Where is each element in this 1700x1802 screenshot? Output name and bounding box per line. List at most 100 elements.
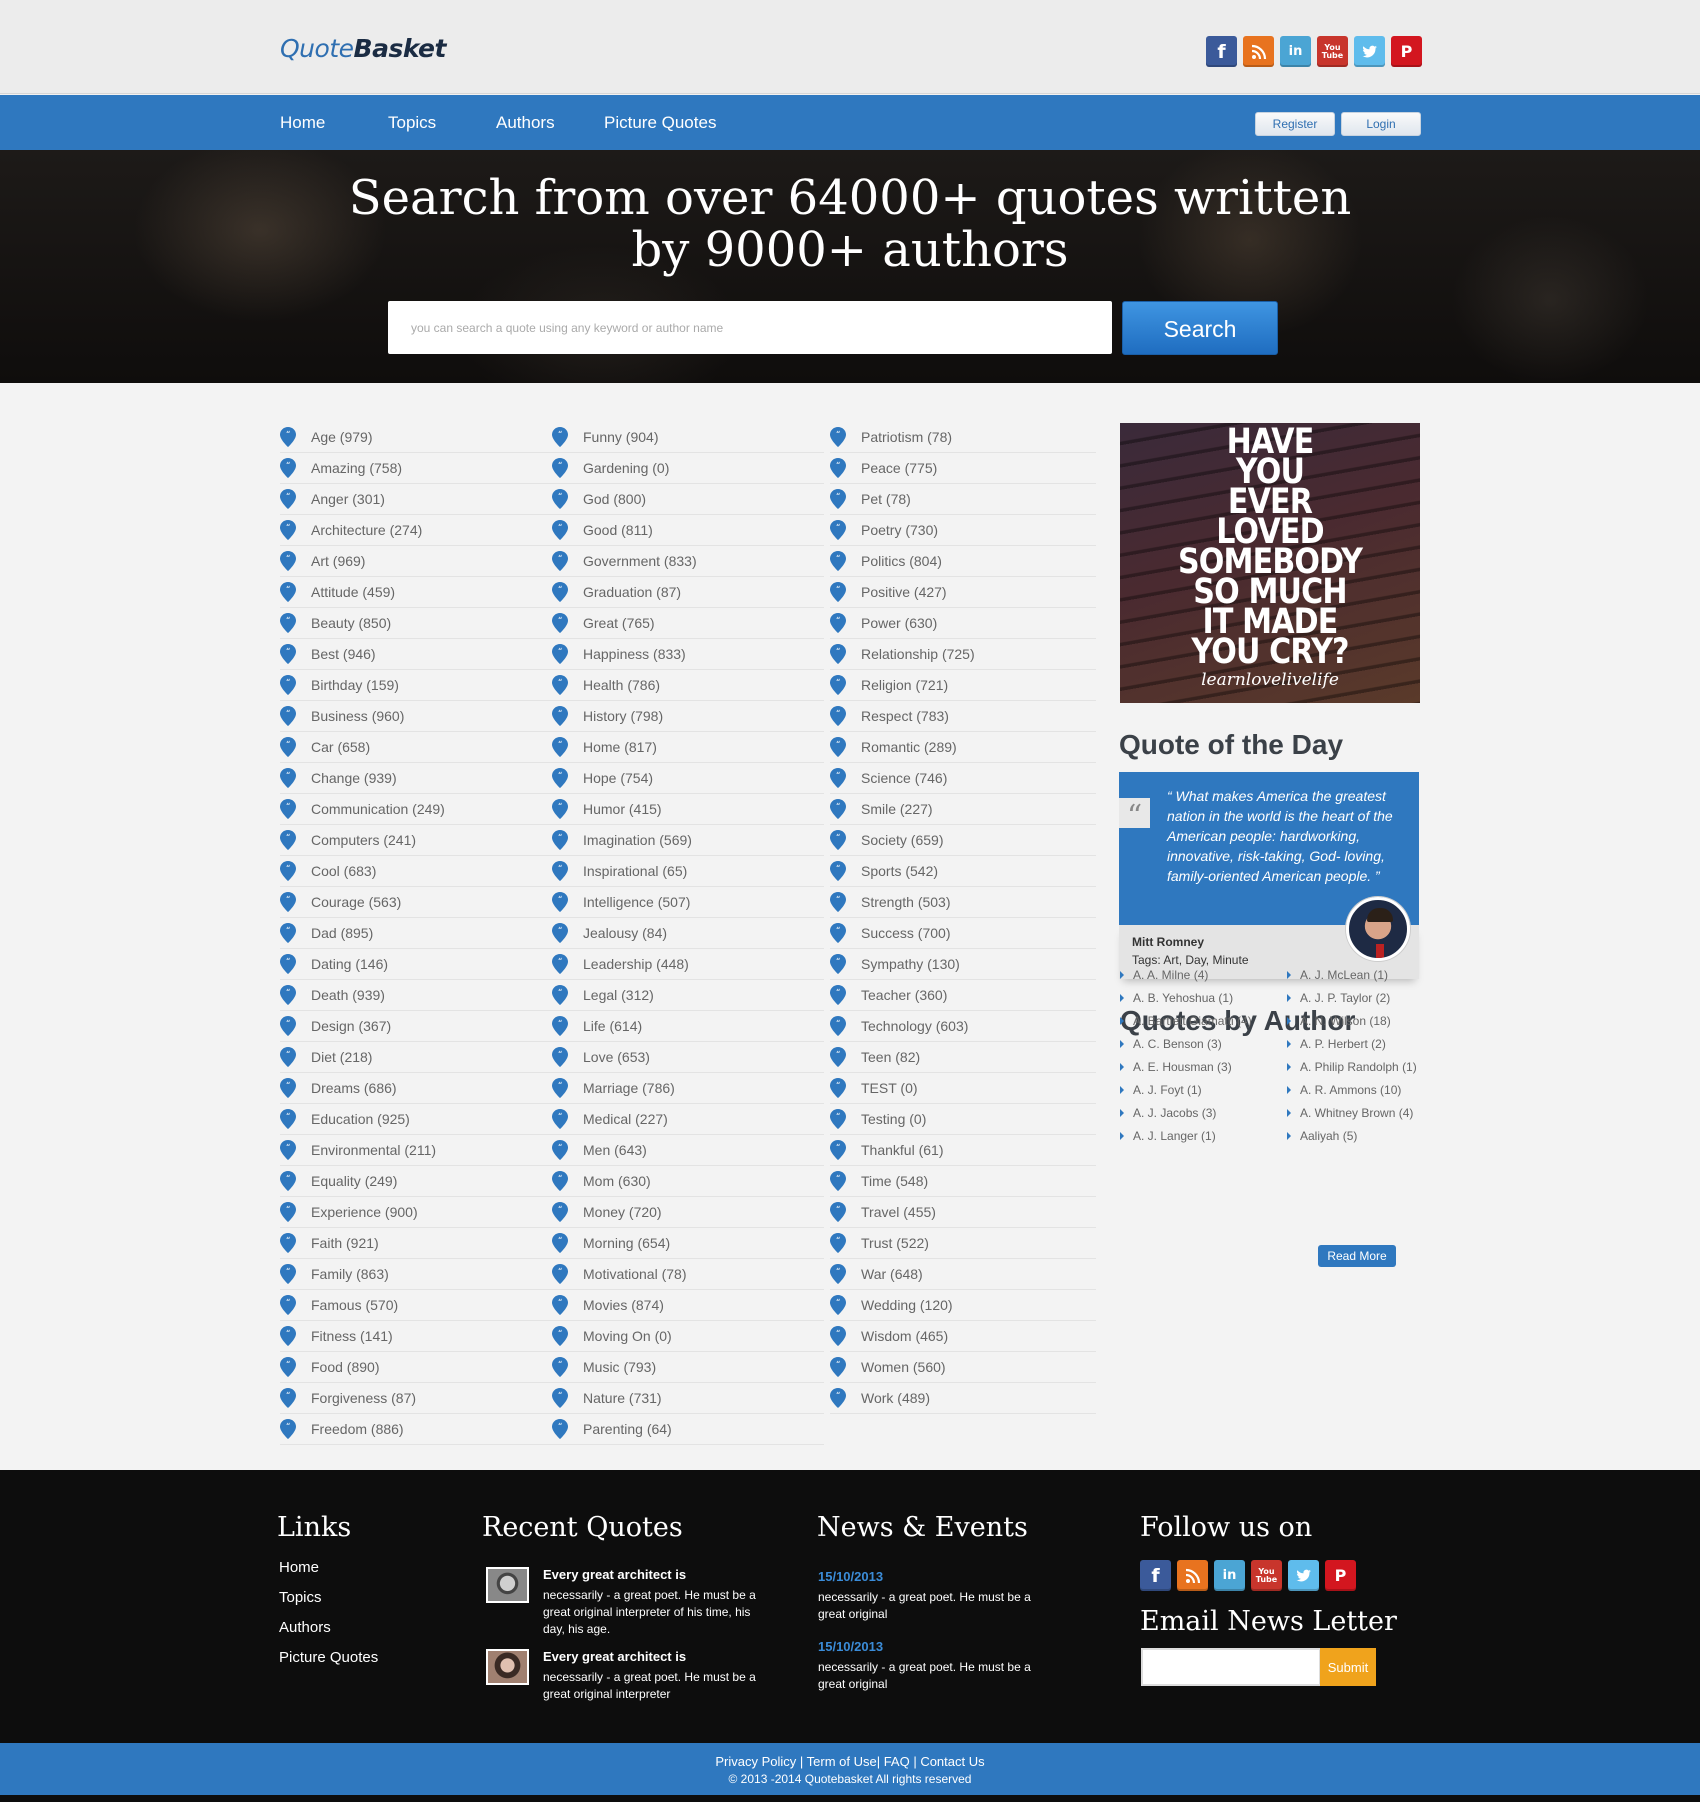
category-link[interactable]: “ Smile (227): [830, 794, 1096, 825]
category-link[interactable]: “ Anger (301): [280, 484, 552, 515]
category-link[interactable]: “ Dating (146): [280, 949, 552, 980]
search-input[interactable]: [388, 301, 1112, 354]
category-link[interactable]: “ Society (659): [830, 825, 1096, 856]
category-link[interactable]: “ Inspirational (65): [552, 856, 824, 887]
category-link[interactable]: “ Faith (921): [280, 1228, 552, 1259]
category-link[interactable]: “ Government (833): [552, 546, 824, 577]
category-link[interactable]: “ Family (863): [280, 1259, 552, 1290]
author-link[interactable]: A. J. Jacobs (3): [1120, 1101, 1252, 1124]
category-link[interactable]: “ Technology (603): [830, 1011, 1096, 1042]
facebook-icon[interactable]: f: [1206, 36, 1237, 67]
legal-links[interactable]: Privacy Policy | Term of Use| FAQ | Cont…: [0, 1754, 1700, 1769]
youtube-icon[interactable]: You Tube: [1251, 1560, 1282, 1591]
nav-picture-quotes[interactable]: Picture Quotes: [604, 113, 716, 133]
category-link[interactable]: “ Nature (731): [552, 1383, 824, 1414]
category-link[interactable]: “ TEST (0): [830, 1073, 1096, 1104]
category-link[interactable]: “ Communication (249): [280, 794, 552, 825]
news-item[interactable]: 15/10/2013 necessarily - a great poet. H…: [818, 1639, 1058, 1693]
category-link[interactable]: “ Morning (654): [552, 1228, 824, 1259]
category-link[interactable]: “ Peace (775): [830, 453, 1096, 484]
category-link[interactable]: “ Time (548): [830, 1166, 1096, 1197]
category-link[interactable]: “ Respect (783): [830, 701, 1096, 732]
category-link[interactable]: “ Equality (249): [280, 1166, 552, 1197]
category-link[interactable]: “ Change (939): [280, 763, 552, 794]
category-link[interactable]: “ Money (720): [552, 1197, 824, 1228]
category-link[interactable]: “ Movies (874): [552, 1290, 824, 1321]
author-link[interactable]: A. P. Herbert (2): [1287, 1032, 1417, 1055]
facebook-icon[interactable]: f: [1140, 1560, 1171, 1591]
category-link[interactable]: “ Strength (503): [830, 887, 1096, 918]
author-link[interactable]: A. J. McLean (1): [1287, 963, 1417, 986]
author-link[interactable]: A. J. Langer (1): [1120, 1124, 1252, 1147]
linkedin-icon[interactable]: in: [1280, 36, 1311, 67]
category-link[interactable]: “ Positive (427): [830, 577, 1096, 608]
author-link[interactable]: A. B. Yehoshua (1): [1120, 986, 1252, 1009]
author-link[interactable]: A. E. Housman (3): [1120, 1055, 1252, 1078]
category-link[interactable]: “ Dad (895): [280, 918, 552, 949]
author-link[interactable]: A. Whitney Brown (4): [1287, 1101, 1417, 1124]
category-link[interactable]: “ God (800): [552, 484, 824, 515]
category-link[interactable]: “ Humor (415): [552, 794, 824, 825]
category-link[interactable]: “ Home (817): [552, 732, 824, 763]
category-link[interactable]: “ Parenting (64): [552, 1414, 824, 1445]
category-link[interactable]: “ Leadership (448): [552, 949, 824, 980]
category-link[interactable]: “ Jealousy (84): [552, 918, 824, 949]
author-link[interactable]: A. R. Ammons (10): [1287, 1078, 1417, 1101]
author-link[interactable]: A. C. Benson (3): [1120, 1032, 1252, 1055]
category-link[interactable]: “ Travel (455): [830, 1197, 1096, 1228]
category-link[interactable]: “ Moving On (0): [552, 1321, 824, 1352]
category-link[interactable]: “ Testing (0): [830, 1104, 1096, 1135]
author-link[interactable]: A. Philip Randolph (1): [1287, 1055, 1417, 1078]
category-link[interactable]: “ Imagination (569): [552, 825, 824, 856]
category-link[interactable]: “ Medical (227): [552, 1104, 824, 1135]
category-link[interactable]: “ Power (630): [830, 608, 1096, 639]
category-link[interactable]: “ Freedom (886): [280, 1414, 552, 1445]
footer-link-authors[interactable]: Authors: [279, 1619, 331, 1636]
category-link[interactable]: “ Death (939): [280, 980, 552, 1011]
category-link[interactable]: “ Dreams (686): [280, 1073, 552, 1104]
category-link[interactable]: “ Business (960): [280, 701, 552, 732]
footer-link-picture-quotes[interactable]: Picture Quotes: [279, 1649, 378, 1666]
category-link[interactable]: “ Cool (683): [280, 856, 552, 887]
category-link[interactable]: “ Religion (721): [830, 670, 1096, 701]
category-link[interactable]: “ Marriage (786): [552, 1073, 824, 1104]
category-link[interactable]: “ War (648): [830, 1259, 1096, 1290]
category-link[interactable]: “ Famous (570): [280, 1290, 552, 1321]
category-link[interactable]: “ Pet (78): [830, 484, 1096, 515]
register-button[interactable]: Register: [1255, 112, 1335, 136]
category-link[interactable]: “ Art (969): [280, 546, 552, 577]
category-link[interactable]: “ Beauty (850): [280, 608, 552, 639]
read-more-button[interactable]: Read More: [1318, 1245, 1396, 1267]
newsletter-submit-button[interactable]: Submit: [1320, 1648, 1376, 1686]
category-link[interactable]: “ Graduation (87): [552, 577, 824, 608]
category-link[interactable]: “ Computers (241): [280, 825, 552, 856]
category-link[interactable]: “ History (798): [552, 701, 824, 732]
category-link[interactable]: “ Experience (900): [280, 1197, 552, 1228]
author-link[interactable]: A. J. Foyt (1): [1120, 1078, 1252, 1101]
category-link[interactable]: “ Politics (804): [830, 546, 1096, 577]
pinterest-icon[interactable]: P: [1391, 36, 1422, 67]
category-link[interactable]: “ Age (979): [280, 422, 552, 453]
category-link[interactable]: “ Good (811): [552, 515, 824, 546]
category-link[interactable]: “ Relationship (725): [830, 639, 1096, 670]
category-link[interactable]: “ Hope (754): [552, 763, 824, 794]
twitter-icon[interactable]: [1354, 36, 1385, 67]
quote-author[interactable]: Mitt Romney: [1132, 935, 1204, 949]
category-link[interactable]: “ Courage (563): [280, 887, 552, 918]
category-link[interactable]: “ Science (746): [830, 763, 1096, 794]
newsletter-email-input[interactable]: [1141, 1648, 1321, 1686]
category-link[interactable]: “ Intelligence (507): [552, 887, 824, 918]
category-link[interactable]: “ Music (793): [552, 1352, 824, 1383]
category-link[interactable]: “ Funny (904): [552, 422, 824, 453]
category-link[interactable]: “ Life (614): [552, 1011, 824, 1042]
category-link[interactable]: “ Sympathy (130): [830, 949, 1096, 980]
category-link[interactable]: “ Gardening (0): [552, 453, 824, 484]
category-link[interactable]: “ Legal (312): [552, 980, 824, 1011]
category-link[interactable]: “ Environmental (211): [280, 1135, 552, 1166]
footer-link-home[interactable]: Home: [279, 1559, 319, 1576]
youtube-icon[interactable]: You Tube: [1317, 36, 1348, 67]
category-link[interactable]: “ Women (560): [830, 1352, 1096, 1383]
search-button[interactable]: Search: [1122, 301, 1278, 355]
site-logo[interactable]: QuoteBasket: [280, 34, 446, 63]
category-link[interactable]: “ Wedding (120): [830, 1290, 1096, 1321]
